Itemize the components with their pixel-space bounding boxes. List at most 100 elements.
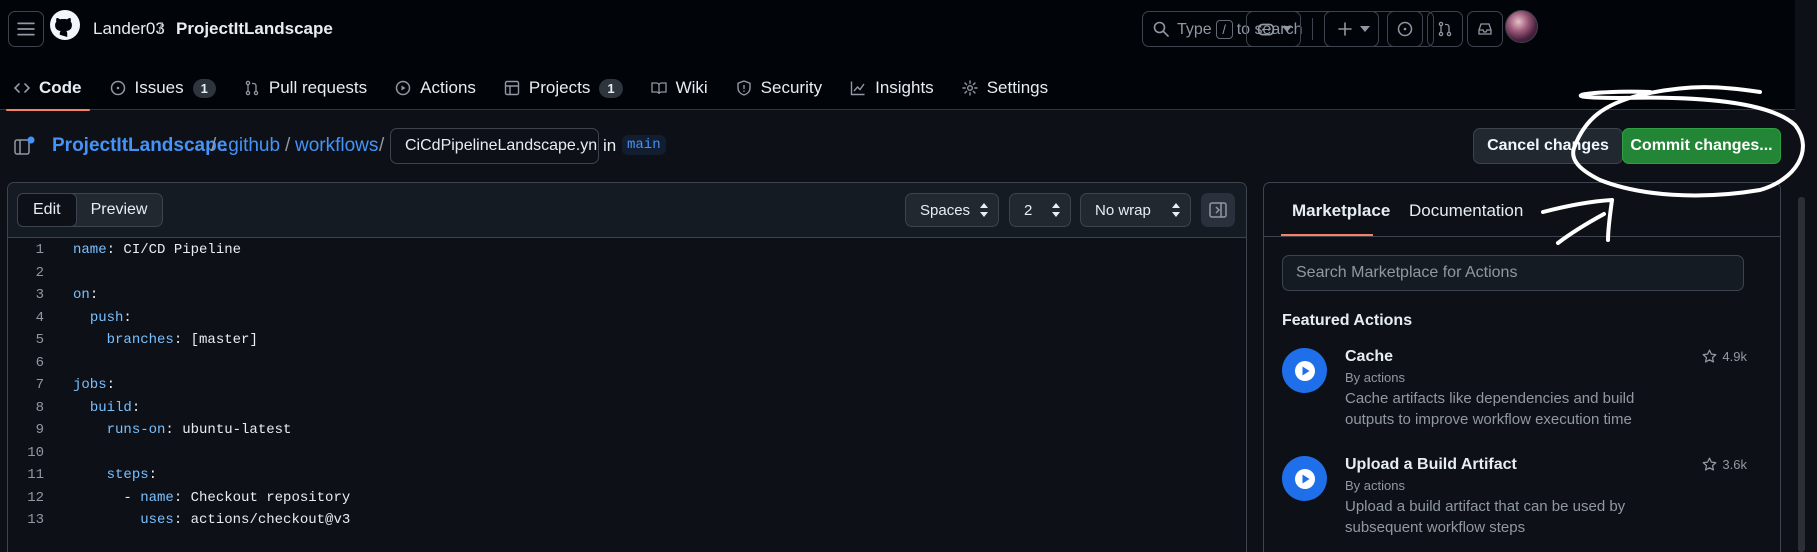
play-icon (395, 80, 411, 96)
breadcrumb-github-dir[interactable]: .github (223, 135, 280, 157)
action-name[interactable]: Upload a Build Artifact (1345, 456, 1517, 474)
code-line[interactable]: 5 branches: [master] (8, 329, 1246, 352)
branch-badge: main (622, 135, 666, 155)
owner-link[interactable]: Lander03 (93, 19, 165, 39)
chevron-down-icon (1360, 26, 1370, 32)
action-item-upload-artifact[interactable]: Upload a Build Artifact By actions Uploa… (1282, 456, 1747, 546)
code-line[interactable]: 2 (8, 262, 1246, 285)
action-play-icon (1282, 456, 1327, 501)
indent-mode-select[interactable]: Spaces (905, 193, 999, 227)
line-content: uses: actions/checkout@v3 (140, 512, 351, 529)
github-logo-icon[interactable] (50, 10, 80, 40)
commit-changes-button[interactable]: Commit changes... (1622, 128, 1781, 164)
code-line[interactable]: 1 name: CI/CD Pipeline (8, 239, 1246, 262)
search-icon (1153, 21, 1169, 37)
tab-documentation[interactable]: Documentation (1409, 201, 1523, 221)
chevron-down-icon (1282, 26, 1292, 32)
tab-actions[interactable]: Actions (381, 66, 490, 110)
tab-pull-requests[interactable]: Pull requests (230, 66, 381, 110)
edit-tab[interactable]: Edit (17, 193, 77, 227)
tab-code[interactable]: Code (0, 66, 96, 111)
marketplace-search-input[interactable]: Search Marketplace for Actions (1282, 255, 1744, 291)
code-line[interactable]: 6 (8, 352, 1246, 375)
scrollbar-thumb[interactable] (1798, 197, 1805, 552)
issues-button[interactable] (1387, 11, 1423, 47)
action-item-cache[interactable]: Cache By actions Cache artifacts like de… (1282, 348, 1747, 438)
select-arrows-icon (1172, 203, 1180, 217)
in-label: in (603, 136, 617, 155)
copilot-button[interactable] (1246, 11, 1301, 47)
tab-wiki[interactable]: Wiki (637, 66, 722, 110)
line-content: - name: Checkout repository (73, 489, 351, 506)
line-number: 7 (35, 377, 44, 394)
code-editor: Edit Preview Spaces 2 No wrap 1 name: CI/… (7, 182, 1247, 552)
code-line[interactable]: 4 push: (8, 307, 1246, 330)
issue-icon (110, 80, 126, 96)
code-icon (14, 80, 30, 96)
code-line[interactable]: 10 (8, 442, 1246, 465)
code-line[interactable]: 12 - name: Checkout repository (8, 487, 1246, 510)
sidebar-toggle-icon[interactable] (14, 136, 36, 156)
code-line[interactable]: 13 uses: actions/checkout@v3 (8, 509, 1246, 532)
menu-button[interactable] (8, 11, 44, 47)
repo-link[interactable]: ProjectItLandscape (176, 19, 333, 39)
tab-insights[interactable]: Insights (836, 66, 948, 110)
action-name[interactable]: Cache (1345, 348, 1393, 366)
shield-icon (736, 80, 752, 96)
line-number: 11 (27, 467, 44, 484)
code-line[interactable]: 7 jobs: (8, 374, 1246, 397)
header-divider (1312, 18, 1313, 40)
preview-tab[interactable]: Preview (76, 194, 163, 226)
pull-request-icon (1437, 21, 1453, 37)
tab-projects[interactable]: Projects 1 (490, 66, 637, 110)
create-new-button[interactable] (1324, 11, 1379, 47)
edit-mode-toggle: Edit Preview (17, 193, 164, 227)
inbox-icon (1477, 21, 1493, 37)
line-number: 12 (27, 489, 44, 506)
tab-issues[interactable]: Issues 1 (96, 66, 230, 110)
editor-toolbar: Edit Preview Spaces 2 No wrap (8, 183, 1246, 238)
wrap-mode-select[interactable]: No wrap (1080, 193, 1191, 227)
code-area[interactable]: 1 name: CI/CD Pipeline 2 3 on: 4 push: 5 branc… (8, 239, 1246, 532)
issues-count: 1 (192, 78, 216, 98)
line-content: steps: (106, 467, 158, 484)
line-number: 8 (35, 399, 44, 416)
inbox-button[interactable] (1467, 11, 1503, 47)
action-description: Upload a build artifact that can be used… (1345, 498, 1626, 536)
line-content: push: (89, 309, 132, 326)
line-number: 3 (35, 287, 44, 304)
pull-request-icon (244, 80, 260, 96)
code-line[interactable]: 3 on: (8, 284, 1246, 307)
toggle-panel-button[interactable] (1201, 193, 1235, 227)
breadcrumb-separator: / (285, 135, 291, 156)
action-author: By actions (1345, 370, 1405, 385)
breadcrumb-repo[interactable]: ProjectItLandscape (52, 135, 227, 157)
code-line[interactable]: 8 build: (8, 397, 1246, 420)
action-play-icon (1282, 348, 1327, 393)
tab-marketplace[interactable]: Marketplace (1292, 201, 1390, 221)
line-number: 5 (35, 332, 44, 349)
indent-size-select[interactable]: 2 (1009, 193, 1071, 227)
plus-icon (1337, 21, 1353, 37)
code-line[interactable]: 11 steps: (8, 464, 1246, 487)
star-icon (1702, 457, 1717, 472)
cancel-changes-button[interactable]: Cancel changes (1473, 128, 1623, 164)
breadcrumb-separator: / (379, 135, 385, 156)
pull-requests-button[interactable] (1427, 11, 1463, 47)
line-number: 2 (35, 264, 44, 281)
action-description: Cache artifacts like dependencies and bu… (1345, 390, 1635, 428)
avatar[interactable] (1505, 10, 1538, 43)
breadcrumb-workflows-dir[interactable]: workflows (295, 135, 378, 157)
tab-security[interactable]: Security (722, 66, 836, 110)
line-content: runs-on: ubuntu-latest (106, 422, 292, 439)
gear-icon (961, 80, 978, 96)
projects-count: 1 (599, 78, 623, 98)
line-number: 13 (27, 512, 44, 529)
header-separator: / (158, 19, 163, 38)
panel-tabs: Marketplace Documentation (1264, 183, 1780, 237)
code-line[interactable]: 9 runs-on: ubuntu-latest (8, 419, 1246, 442)
line-content: on: (73, 287, 99, 304)
breadcrumb-separator: / (211, 135, 217, 156)
tab-settings[interactable]: Settings (948, 66, 1062, 110)
filename-input[interactable]: CiCdPipelineLandscape.yn (390, 128, 599, 164)
